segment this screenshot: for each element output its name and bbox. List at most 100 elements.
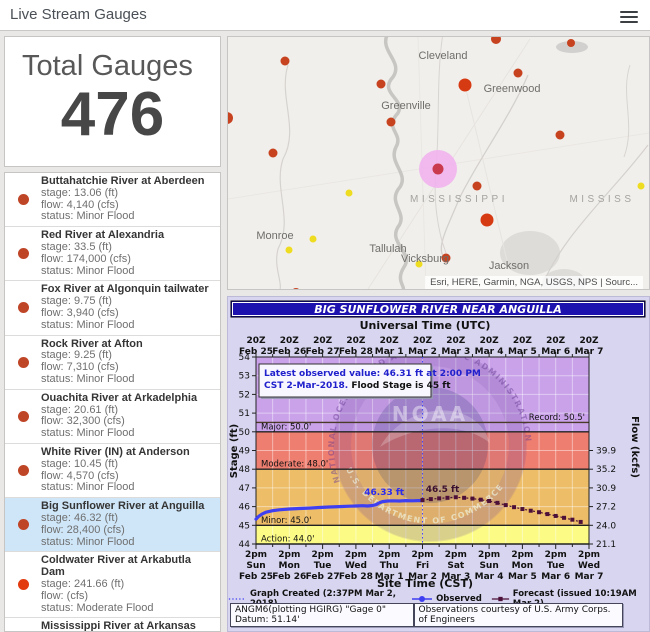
- gauge-marker[interactable]: [310, 236, 317, 243]
- svg-text:Feb 28: Feb 28: [339, 572, 373, 582]
- gauge-status-dot-icon: [18, 411, 29, 422]
- svg-text:Tue: Tue: [314, 561, 332, 571]
- gauge-stage: stage: 10.45 (ft): [41, 459, 216, 471]
- map-rivers: [277, 37, 648, 289]
- gauge-status: status: Minor Flood: [41, 428, 216, 440]
- gauge-marker[interactable]: [269, 149, 278, 158]
- gauge-marker[interactable]: [638, 183, 645, 190]
- city-label: Monroe: [256, 230, 293, 242]
- svg-text:20Z: 20Z: [246, 336, 266, 346]
- selected-gauge-marker[interactable]: [433, 164, 444, 175]
- gauge-list-item[interactable]: Mississippi River at Arkansas City stage…: [5, 618, 220, 632]
- page-title: Live Stream Gauges: [10, 6, 147, 23]
- hamburger-icon[interactable]: [620, 8, 638, 23]
- status-dot-column: [5, 519, 41, 530]
- total-gauges-count: 476: [5, 83, 220, 147]
- gauge-marker[interactable]: [491, 37, 501, 44]
- city-label: Jackson: [489, 260, 529, 272]
- hydrograph-panel: BIG SUNFLOWER RIVER NEAR ANGUILLAUnivers…: [227, 296, 650, 632]
- gauge-status-dot-icon: [18, 357, 29, 368]
- svg-text:48: 48: [239, 465, 251, 475]
- total-gauges-card: Total Gauges 476: [4, 36, 221, 167]
- gauge-list-item[interactable]: Red River at Alexandria stage: 33.5 (ft)…: [5, 227, 220, 281]
- series-value-label: 46.5 ft: [426, 485, 460, 495]
- svg-text:20Z: 20Z: [346, 336, 366, 346]
- svg-text:Action: 44.0': Action: 44.0': [261, 535, 314, 545]
- left-axis-title: Stage (ft): [229, 424, 240, 478]
- gauge-status: status: Minor Flood: [41, 211, 216, 223]
- gauge-list-item[interactable]: Rock River at Afton stage: 9.25 (ft) flo…: [5, 336, 220, 390]
- gauge-marker[interactable]: [346, 190, 353, 197]
- svg-text:44: 44: [239, 540, 251, 550]
- gauge-stage: stage: 13.06 (ft): [41, 188, 216, 200]
- city-label: Greenwood: [484, 83, 541, 95]
- svg-text:45: 45: [239, 521, 250, 531]
- gauge-marker[interactable]: [556, 131, 565, 140]
- gauge-list-item[interactable]: Coldwater River at Arkabutla Dam stage: …: [5, 552, 220, 618]
- chart-footnote: ANGM6(plotting HGIRG) "Gage 0" Datum: 51…: [230, 603, 414, 627]
- gauge-flow: flow: 28,400 (cfs): [41, 525, 216, 537]
- svg-text:46: 46: [239, 503, 251, 513]
- gauge-status: status: Moderate Flood: [41, 603, 216, 615]
- series-value-label: 46.33 ft: [364, 488, 405, 498]
- gauge-list-item[interactable]: Buttahatchie River at Aberdeen stage: 13…: [5, 173, 220, 227]
- svg-text:35.2: 35.2: [596, 465, 616, 475]
- svg-text:2pm: 2pm: [278, 550, 300, 560]
- gauge-status-dot-icon: [18, 302, 29, 313]
- svg-text:Tue: Tue: [547, 561, 565, 571]
- city-label: Cleveland: [419, 50, 468, 62]
- gauge-status: status: Minor Flood: [41, 482, 216, 494]
- gauge-name: Ouachita River at Arkadelphia: [41, 393, 216, 405]
- gauge-marker[interactable]: [459, 79, 472, 92]
- svg-text:Minor: 45.0': Minor: 45.0': [261, 516, 311, 526]
- gauge-list-item[interactable]: Big Sunflower River at Anguilla stage: 4…: [5, 498, 220, 552]
- gauge-status-dot-icon: [18, 194, 29, 205]
- status-dot-column: [5, 411, 41, 422]
- gauge-marker[interactable]: [481, 214, 494, 227]
- svg-text:20Z: 20Z: [546, 336, 566, 346]
- city-label: Vicksburg: [401, 253, 449, 265]
- svg-text:Mar 6: Mar 6: [541, 572, 570, 582]
- map-lakes: [500, 41, 588, 289]
- map-panel[interactable]: MISSISSIPPIMISSISSClevelandGreenwoodGree…: [227, 36, 650, 290]
- svg-text:20Z: 20Z: [380, 336, 400, 346]
- svg-text:Latest observed value: 46.31 f: Latest observed value: 46.31 ft at 2:00 …: [264, 369, 481, 379]
- svg-text:Feb 26: Feb 26: [272, 572, 306, 582]
- status-dot-column: [5, 579, 41, 590]
- app-header: Live Stream Gauges: [0, 0, 650, 31]
- gauge-list-item[interactable]: White River (IN) at Anderson stage: 10.4…: [5, 444, 220, 498]
- gauge-marker[interactable]: [291, 288, 301, 289]
- svg-text:Record: 50.5': Record: 50.5': [529, 413, 585, 423]
- svg-text:20Z: 20Z: [480, 336, 500, 346]
- gauge-status-dot-icon: [18, 579, 29, 590]
- gauge-marker[interactable]: [281, 57, 290, 66]
- gauge-marker[interactable]: [387, 118, 396, 127]
- gauge-marker[interactable]: [228, 112, 233, 124]
- svg-text:24.0: 24.0: [596, 521, 616, 531]
- gauge-marker[interactable]: [286, 247, 293, 254]
- svg-text:53: 53: [239, 372, 250, 382]
- map-canvas[interactable]: MISSISSIPPIMISSISSClevelandGreenwoodGree…: [228, 37, 649, 289]
- svg-text:27.2: 27.2: [596, 503, 616, 513]
- gauge-flow: flow: (cfs): [41, 591, 216, 603]
- svg-text:2pm: 2pm: [312, 550, 334, 560]
- gauge-list-item[interactable]: Ouachita River at Arkadelphia stage: 20.…: [5, 390, 220, 444]
- svg-text:Sun: Sun: [479, 561, 498, 571]
- gauge-marker[interactable]: [377, 80, 386, 89]
- svg-text:Thu: Thu: [380, 561, 399, 571]
- gauge-marker[interactable]: [514, 69, 523, 78]
- svg-text:2pm: 2pm: [478, 550, 500, 560]
- status-dot-column: [5, 465, 41, 476]
- svg-text:2pm: 2pm: [511, 550, 533, 560]
- top-axis-title: Universal Time (UTC): [360, 319, 491, 332]
- svg-text:2pm: 2pm: [411, 550, 433, 560]
- map-attribution: Esri, HERE, Garmin, NGA, USGS, NPS | Sou…: [425, 276, 643, 289]
- gauge-marker[interactable]: [567, 39, 575, 47]
- gauge-flow: flow: 174,000 (cfs): [41, 254, 216, 266]
- gauge-marker[interactable]: [473, 182, 482, 191]
- gauge-name: Mississippi River at Arkansas City: [41, 621, 216, 632]
- svg-text:2pm: 2pm: [378, 550, 400, 560]
- svg-text:20Z: 20Z: [579, 336, 599, 346]
- gauge-list: Buttahatchie River at Aberdeen stage: 13…: [4, 172, 221, 632]
- gauge-list-item[interactable]: Fox River at Algonquin tailwater stage: …: [5, 281, 220, 335]
